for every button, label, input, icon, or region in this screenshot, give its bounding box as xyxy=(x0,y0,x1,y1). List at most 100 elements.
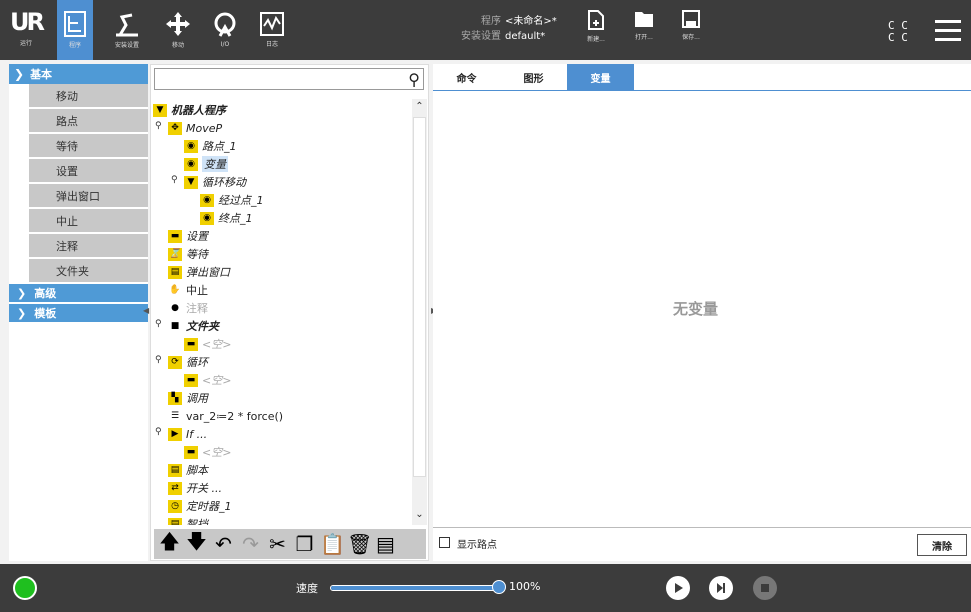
timer-icon: ◷ xyxy=(168,499,182,513)
speed-slider[interactable] xyxy=(330,585,502,591)
tree-node-label: var_2≔2 * force() xyxy=(186,409,284,423)
tree-node[interactable]: ⟳ 循环 xyxy=(168,353,208,371)
tab-variables[interactable]: 变量 xyxy=(567,64,634,90)
command-folder[interactable]: 文件夹 xyxy=(29,259,148,284)
command-set[interactable]: 设置 xyxy=(29,159,148,184)
tree-search-input[interactable]: ⚲ xyxy=(154,68,424,90)
clear-button[interactable]: 清除 xyxy=(917,534,967,556)
log-tab[interactable]: 日志 xyxy=(254,0,290,60)
program-tab-label: 程序 xyxy=(68,42,81,49)
undo-icon[interactable]: ↶ xyxy=(212,532,235,556)
tree-node[interactable]: ▶ If ... xyxy=(168,425,207,443)
tree-node[interactable]: ◉ 经过点_1 xyxy=(200,191,264,209)
category-advanced[interactable]: ❯ 高级 xyxy=(9,284,148,304)
open-button[interactable]: 打开... xyxy=(625,10,663,41)
empty-icon: ▬ xyxy=(184,373,198,387)
tree-node-selected[interactable]: ◉ 变量 xyxy=(184,155,228,173)
tree-node[interactable]: ✋ 中止 xyxy=(168,281,208,299)
power-status-icon[interactable] xyxy=(13,576,37,600)
search-icon[interactable]: ⚲ xyxy=(408,70,420,89)
tree-node[interactable]: ▚ 调用 xyxy=(168,389,208,407)
command-popup[interactable]: 弹出窗口 xyxy=(29,184,148,209)
tree-node-label: MoveP xyxy=(186,121,223,135)
tab-graphics[interactable]: 图形 xyxy=(500,64,567,90)
command-move[interactable]: 移动 xyxy=(29,84,148,109)
tab-command[interactable]: 命令 xyxy=(433,64,500,90)
call-icon: ▚ xyxy=(168,391,182,405)
scroll-down-icon[interactable]: ⌄ xyxy=(412,509,427,523)
category-templates[interactable]: ❯ 模板 xyxy=(9,304,148,324)
tree-node-label: 开关 ... xyxy=(186,482,222,495)
tree-node[interactable]: ▤ 脚本 xyxy=(168,461,208,479)
step-button[interactable] xyxy=(709,576,733,600)
tree-node[interactable]: ▬ 设置 xyxy=(168,227,208,245)
save-button[interactable]: 保存... xyxy=(672,10,710,41)
stop-button[interactable] xyxy=(753,576,777,600)
tree-node[interactable]: ▬ <空> xyxy=(184,335,231,353)
cut-icon[interactable]: ✂ xyxy=(266,532,289,556)
tree-node[interactable]: ▼ 循环移动 xyxy=(184,173,246,191)
tree-node-label: 等待 xyxy=(186,248,208,261)
show-waypoints-checkbox[interactable] xyxy=(439,537,450,548)
tree-node[interactable]: ⌛ 等待 xyxy=(168,245,208,263)
tree-node[interactable]: ▬ <空> xyxy=(184,443,231,461)
tree-node[interactable]: ◉ 路点_1 xyxy=(184,137,237,155)
copy-icon[interactable]: ❐ xyxy=(293,532,316,556)
collapse-pin-icon[interactable]: ⚲ xyxy=(155,319,162,329)
tree-node[interactable]: ▤ 弹出窗口 xyxy=(168,263,230,281)
move-tab[interactable]: 移动 xyxy=(160,0,196,60)
cc-line-2: C C xyxy=(888,31,908,44)
program-tree: ▼ 机器人程序 ⚲ ✥ MoveP ◉ 路点_1 ◉ 变量 ⚲ ▼ 循环移动 ◉… xyxy=(151,99,409,525)
move-down-icon[interactable]: 🡇 xyxy=(185,527,208,561)
tree-node[interactable]: ■ 文件夹 xyxy=(168,317,219,335)
move-icon xyxy=(166,12,190,36)
tree-node[interactable]: ✥ MoveP xyxy=(168,119,222,137)
collapse-pin-icon[interactable]: ⚲ xyxy=(155,121,162,131)
program-tab[interactable]: 程序 xyxy=(57,0,93,60)
left-splitter-handle-icon[interactable]: ◀ xyxy=(143,306,150,318)
tree-scrollbar[interactable]: ⌃ ⌄ xyxy=(412,99,427,525)
run-tab[interactable]: UR 运行 xyxy=(6,8,46,54)
category-basic[interactable]: ❯ 基本 xyxy=(9,64,148,84)
speed-slider-knob[interactable] xyxy=(492,580,506,594)
installation-tab[interactable]: 安装设置 xyxy=(107,0,147,60)
play-button[interactable] xyxy=(666,576,690,600)
tree-node[interactable]: ◷ 定时器_1 xyxy=(168,497,232,515)
tree-node[interactable]: ⇄ 开关 ... xyxy=(168,479,222,497)
scroll-up-icon[interactable]: ⌃ xyxy=(412,101,427,115)
switch-icon: ⇄ xyxy=(168,481,182,495)
tree-node-label: 智挡 xyxy=(186,518,208,525)
collapse-pin-icon[interactable]: ⚲ xyxy=(155,427,162,437)
tree-node[interactable]: ▬ <空> xyxy=(184,371,231,389)
collapse-pin-icon[interactable]: ⚲ xyxy=(171,175,178,185)
tree-node[interactable]: ▤ 智挡 xyxy=(168,515,208,525)
command-waypoint[interactable]: 路点 xyxy=(29,109,148,134)
category-advanced-label: 高级 xyxy=(34,287,57,300)
tree-node[interactable]: ◉ 终点_1 xyxy=(200,209,253,227)
tree-node-label: 文件夹 xyxy=(186,320,219,333)
hamburger-menu-icon[interactable] xyxy=(935,20,961,41)
tab-divider xyxy=(433,90,971,91)
suppress-icon[interactable]: ▤ xyxy=(374,532,397,556)
command-wait[interactable]: 等待 xyxy=(29,134,148,159)
top-bar: UR 运行 程序 安装设置 移动 I/O 日志 程序 <未命名>* 安装设置 d… xyxy=(0,0,971,60)
assignment-icon: ☰ xyxy=(170,411,180,421)
collapse-pin-icon[interactable]: ⚲ xyxy=(155,355,162,365)
tree-node-label: If ... xyxy=(186,427,208,441)
tree-node[interactable]: ● 注释 xyxy=(168,299,208,317)
controller-status[interactable]: C C C C xyxy=(888,20,908,44)
command-halt[interactable]: 中止 xyxy=(29,209,148,234)
tree-node[interactable]: ▼ 机器人程序 xyxy=(153,101,226,119)
delete-icon[interactable]: 🗑 xyxy=(347,532,372,556)
tree-node-label: 注释 xyxy=(186,302,208,315)
folder-icon: ■ xyxy=(170,321,180,331)
command-comment[interactable]: 注释 xyxy=(29,234,148,259)
io-tab[interactable]: I/O xyxy=(207,0,243,60)
scrollbar-thumb[interactable] xyxy=(413,117,426,477)
tree-node-label: 终点_1 xyxy=(218,212,253,225)
redo-icon[interactable]: ↷ xyxy=(239,532,262,556)
tree-node[interactable]: ☰ var_2≔2 * force() xyxy=(168,407,283,425)
move-up-icon[interactable]: 🡅 xyxy=(158,527,181,561)
paste-icon[interactable]: 📋 xyxy=(320,532,345,556)
new-button[interactable]: 新建... xyxy=(577,10,615,43)
